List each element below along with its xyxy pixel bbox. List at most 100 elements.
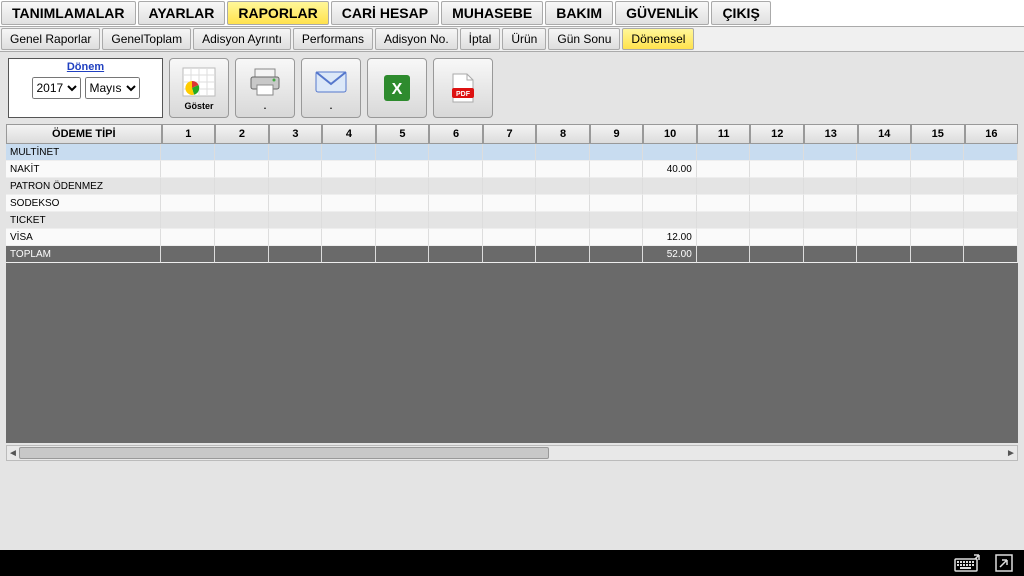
main-tab-0[interactable]: TANIMLAMALAR — [1, 1, 136, 25]
grid-header-col-14[interactable]: 14 — [858, 124, 912, 144]
grid-header-col-12[interactable]: 12 — [750, 124, 804, 144]
cell — [269, 212, 323, 229]
cell — [215, 178, 269, 195]
popout-icon[interactable] — [994, 553, 1014, 573]
main-tab-7[interactable]: ÇIKIŞ — [711, 1, 770, 25]
sub-tab-3[interactable]: Performans — [293, 28, 373, 50]
grid-header-col-9[interactable]: 9 — [590, 124, 644, 144]
row-label: PATRON ÖDENMEZ — [6, 178, 161, 195]
keyboard-icon[interactable] — [954, 554, 980, 572]
print-button-label: . — [264, 101, 267, 111]
show-button[interactable]: Göster — [169, 58, 229, 118]
month-select[interactable]: Mayıs — [85, 77, 140, 99]
grid-header-col-13[interactable]: 13 — [804, 124, 858, 144]
horizontal-scrollbar[interactable]: ◄ ► — [6, 445, 1018, 461]
grid-header-col-15[interactable]: 15 — [911, 124, 965, 144]
cell — [161, 229, 215, 246]
cell — [804, 229, 858, 246]
grid-header-col-3[interactable]: 3 — [269, 124, 323, 144]
scroll-thumb[interactable] — [19, 447, 549, 459]
table-row[interactable]: SODEKSO — [6, 195, 1018, 212]
main-tab-2[interactable]: RAPORLAR — [227, 1, 328, 25]
sub-tab-4[interactable]: Adisyon No. — [375, 28, 458, 50]
cell — [322, 144, 376, 161]
grid-header-col-2[interactable]: 2 — [215, 124, 269, 144]
cell — [215, 195, 269, 212]
cell — [161, 178, 215, 195]
grid-header-col-11[interactable]: 11 — [697, 124, 751, 144]
cell — [269, 144, 323, 161]
grid-header-col-8[interactable]: 8 — [536, 124, 590, 144]
table-row[interactable]: TICKET — [6, 212, 1018, 229]
cell — [590, 195, 644, 212]
cell — [750, 161, 804, 178]
cell — [643, 195, 697, 212]
cell — [376, 212, 430, 229]
period-label: Dönem — [67, 61, 104, 73]
sub-tab-2[interactable]: Adisyon Ayrıntı — [193, 28, 291, 50]
grid-header-col-16[interactable]: 16 — [965, 124, 1019, 144]
sub-tab-1[interactable]: GenelToplam — [102, 28, 191, 50]
grid-header-col-5[interactable]: 5 — [376, 124, 430, 144]
cell — [215, 212, 269, 229]
cell — [857, 195, 911, 212]
table-row[interactable]: MULTİNET — [6, 144, 1018, 161]
sub-tab-0[interactable]: Genel Raporlar — [1, 28, 100, 50]
print-button[interactable]: . — [235, 58, 295, 118]
cell — [697, 212, 751, 229]
row-label: TICKET — [6, 212, 161, 229]
mail-button-label: . — [330, 101, 333, 111]
cell — [376, 246, 430, 263]
main-tab-6[interactable]: GÜVENLİK — [615, 1, 709, 25]
grid-header-col-4[interactable]: 4 — [322, 124, 376, 144]
cell — [911, 195, 965, 212]
grid-header-paytype[interactable]: ÖDEME TİPİ — [6, 124, 162, 144]
mail-button[interactable]: . — [301, 58, 361, 118]
cell — [376, 178, 430, 195]
cell — [483, 161, 537, 178]
row-label: SODEKSO — [6, 195, 161, 212]
table-row[interactable]: PATRON ÖDENMEZ — [6, 178, 1018, 195]
cell — [857, 212, 911, 229]
main-tab-5[interactable]: BAKIM — [545, 1, 613, 25]
main-tab-3[interactable]: CARİ HESAP — [331, 1, 439, 25]
cell — [964, 212, 1018, 229]
grid-header-col-6[interactable]: 6 — [429, 124, 483, 144]
table-row[interactable]: VİSA12.00 — [6, 229, 1018, 246]
sub-tab-7[interactable]: Gün Sonu — [548, 28, 620, 50]
excel-button[interactable]: X — [367, 58, 427, 118]
sub-tab-5[interactable]: İptal — [460, 28, 501, 50]
sub-tab-8[interactable]: Dönemsel — [622, 28, 694, 50]
cell — [429, 161, 483, 178]
main-tab-1[interactable]: AYARLAR — [138, 1, 226, 25]
table-row[interactable]: TOPLAM52.00 — [6, 246, 1018, 263]
cell — [964, 161, 1018, 178]
cell — [964, 246, 1018, 263]
cell — [536, 161, 590, 178]
cell — [697, 246, 751, 263]
row-label: NAKİT — [6, 161, 161, 178]
grid-header-col-10[interactable]: 10 — [643, 124, 697, 144]
sub-tab-bar: Genel RaporlarGenelToplamAdisyon Ayrıntı… — [0, 27, 1024, 52]
pdf-button[interactable]: PDF — [433, 58, 493, 118]
year-select[interactable]: 2017 — [32, 77, 81, 99]
cell — [643, 178, 697, 195]
cell — [804, 178, 858, 195]
sub-tab-6[interactable]: Ürün — [502, 28, 546, 50]
cell — [590, 144, 644, 161]
grid-header-col-1[interactable]: 1 — [162, 124, 216, 144]
table-row[interactable]: NAKİT40.00 — [6, 161, 1018, 178]
cell — [269, 161, 323, 178]
scroll-right-arrow-icon[interactable]: ► — [1005, 446, 1017, 460]
bottom-bar — [0, 550, 1024, 576]
cell — [483, 195, 537, 212]
cell — [322, 229, 376, 246]
cell — [750, 212, 804, 229]
cell: 12.00 — [643, 229, 697, 246]
cell — [376, 161, 430, 178]
scroll-left-arrow-icon[interactable]: ◄ — [7, 446, 19, 460]
cell — [161, 144, 215, 161]
cell — [643, 144, 697, 161]
main-tab-4[interactable]: MUHASEBE — [441, 1, 543, 25]
grid-header-col-7[interactable]: 7 — [483, 124, 537, 144]
